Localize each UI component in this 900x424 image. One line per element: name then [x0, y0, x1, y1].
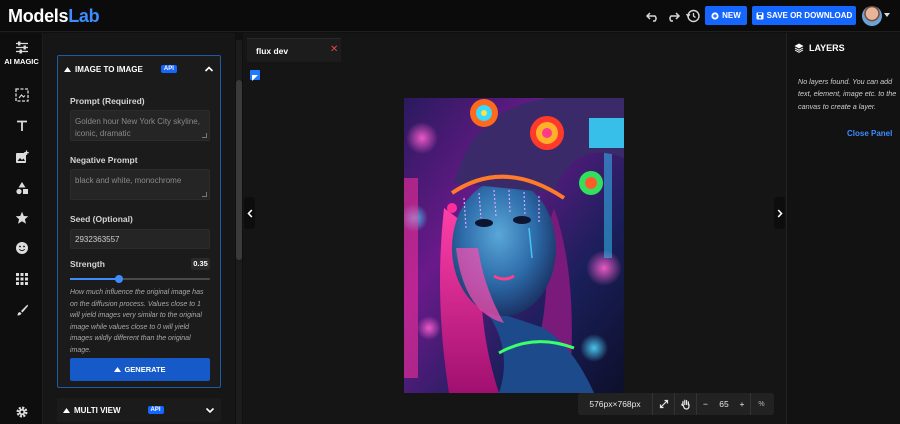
zoom-in-label: + [739, 399, 745, 409]
generate-button[interactable]: GENERATE [70, 358, 210, 381]
resize-handle-icon[interactable] [202, 133, 207, 138]
expand-diagonal-icon [659, 399, 668, 409]
api-badge: API [160, 65, 177, 73]
collapse-triangle-icon [64, 66, 71, 72]
resize-corner-icon[interactable] [250, 70, 260, 81]
layers-panel: LAYERS No layers found. You can add text… [786, 33, 900, 424]
zoom-out-label: − [703, 399, 708, 409]
layers-icon [794, 43, 804, 53]
zoom-in-button[interactable]: + [734, 393, 751, 415]
rail-item-draw[interactable] [0, 303, 43, 317]
image-frame-icon [14, 88, 29, 102]
negative-prompt-textarea[interactable]: black and white, monochrome [70, 169, 210, 200]
sliders-icon [15, 41, 28, 54]
close-panel-link[interactable]: Close Panel [847, 129, 892, 138]
generate-button-label: GENERATE [124, 365, 166, 374]
rail-item-favorites[interactable] [0, 211, 43, 225]
seed-input[interactable]: 2932363557 [70, 229, 210, 249]
zoom-level[interactable]: 65 [714, 393, 734, 415]
logo-main-text: Models [8, 6, 69, 26]
chevron-down-icon[interactable] [884, 13, 890, 17]
redo-icon[interactable] [665, 8, 681, 24]
panel-title: IMAGE TO IMAGE [75, 64, 143, 74]
shapes-icon [15, 182, 28, 195]
rail-item-ai-magic[interactable]: AI MAGIC [0, 41, 43, 66]
strength-slider-fill [70, 278, 119, 280]
tab-flux-dev[interactable]: flux dev ✕ [247, 38, 341, 62]
undo-icon[interactable] [645, 8, 661, 24]
layers-title: LAYERS [794, 43, 845, 53]
rail-item-shapes[interactable] [0, 181, 43, 195]
chevron-right-icon [777, 208, 783, 218]
image-to-image-header[interactable]: IMAGE TO IMAGE API [58, 56, 220, 82]
text-icon [16, 120, 27, 131]
layers-title-text: LAYERS [809, 43, 845, 53]
top-bar: ModelsLab NEW SAVE OR DOWNLOAD [0, 0, 900, 32]
rail-item-apps[interactable] [0, 272, 43, 286]
rail-item-settings[interactable] [0, 405, 43, 419]
rail-item-image[interactable] [0, 88, 43, 102]
smiley-icon [15, 242, 28, 254]
collapse-left-panel-button[interactable] [244, 197, 255, 229]
plus-circle-icon [711, 11, 719, 20]
image-to-image-panel: IMAGE TO IMAGE API Prompt (Required) Gol… [57, 55, 221, 388]
layers-empty-message: No layers found. You can add text, eleme… [798, 77, 897, 111]
fit-to-screen-button[interactable] [653, 393, 675, 415]
new-button[interactable]: NEW [705, 6, 747, 25]
strength-slider[interactable] [70, 275, 210, 283]
resize-handle-icon[interactable] [202, 192, 207, 197]
strength-label: Strength [70, 259, 105, 269]
panel-scrollbar[interactable] [236, 40, 242, 424]
chevron-up-icon[interactable] [204, 65, 214, 73]
rail-item-emoji[interactable] [0, 241, 43, 255]
grid-icon [15, 273, 28, 285]
strength-help-text: How much influence the original image ha… [70, 289, 204, 354]
multi-view-title: MULTI VIEW [74, 405, 121, 415]
save-or-download-button[interactable]: SAVE OR DOWNLOAD [752, 6, 856, 25]
star-icon [15, 211, 28, 224]
canvas-zoom-bar: 576px×768px − 65 + % [578, 393, 774, 415]
rail-label-ai-magic: AI MAGIC [4, 57, 39, 66]
history-icon[interactable] [685, 8, 701, 24]
strength-value: 0.35 [191, 258, 210, 270]
close-tab-icon[interactable]: ✕ [330, 44, 338, 55]
tab-label: flux dev [256, 46, 289, 56]
new-button-label: NEW [722, 11, 741, 20]
prompt-placeholder: Golden hour New York City skyline, iconi… [75, 117, 200, 138]
hand-icon [681, 399, 690, 410]
chevron-left-icon [246, 208, 252, 218]
chevron-down-icon[interactable] [205, 406, 215, 414]
strength-slider-thumb[interactable] [115, 275, 123, 283]
rail-item-text[interactable] [0, 119, 43, 133]
zoom-out-button[interactable]: − [697, 393, 714, 415]
seed-label: Seed (Optional) [70, 214, 133, 224]
triangle-up-icon [114, 367, 122, 372]
add-image-icon [15, 150, 29, 163]
collapse-triangle-icon [63, 407, 70, 413]
collapse-right-panel-button[interactable] [774, 197, 785, 229]
rail-item-add-image[interactable] [0, 150, 43, 164]
panel-scrollbar-thumb[interactable] [236, 80, 242, 260]
logo-accent-text: Lab [68, 6, 100, 26]
multi-view-panel-header[interactable]: MULTI VIEW API [57, 398, 221, 422]
canvas-size-readout: 576px×768px [578, 393, 653, 415]
zoom-percent-toggle[interactable]: % [751, 393, 772, 415]
floppy-disk-icon [756, 12, 764, 19]
canvas-image[interactable] [404, 98, 624, 393]
save-button-label: SAVE OR DOWNLOAD [766, 11, 853, 20]
gear-icon [16, 406, 27, 418]
negative-prompt-placeholder: black and white, monochrome [75, 176, 182, 185]
tool-rail: AI MAGIC [0, 33, 43, 424]
negative-prompt-label: Negative Prompt [70, 155, 138, 165]
pan-tool-button[interactable] [675, 393, 697, 415]
user-avatar[interactable] [862, 6, 882, 26]
prompt-label: Prompt (Required) [70, 96, 145, 106]
brush-icon [17, 304, 28, 316]
multi-view-api-badge: API [147, 406, 164, 414]
logo[interactable]: ModelsLab [8, 6, 100, 27]
prompt-textarea[interactable]: Golden hour New York City skyline, iconi… [70, 110, 210, 141]
